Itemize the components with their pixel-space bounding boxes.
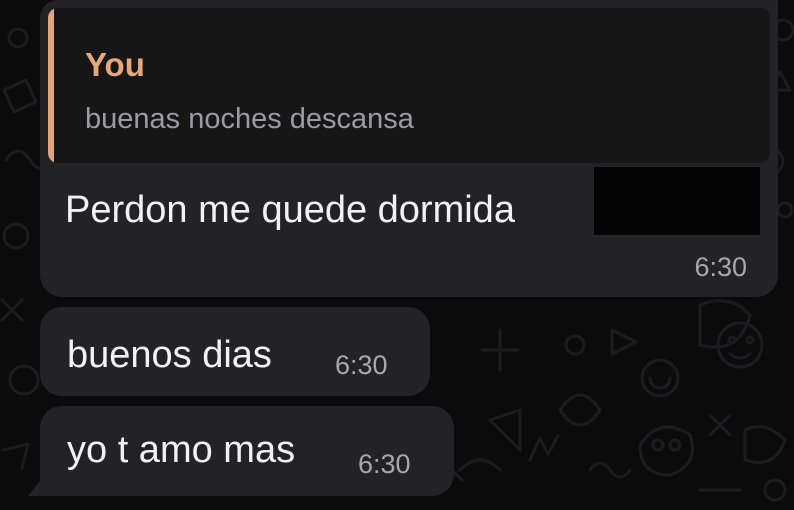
quoted-message[interactable]: You buenas noches descansa (48, 8, 770, 163)
message-bubble[interactable]: buenos dias 6:30 (40, 307, 430, 396)
message-bubble[interactable]: yo t amo mas 6:30 (40, 406, 454, 496)
message-text: Perdon me quede dormida (65, 189, 515, 231)
message-timestamp: 6:30 (694, 252, 747, 282)
quote-accent-bar (48, 8, 54, 163)
quoted-author: You (85, 46, 145, 83)
message-timestamp: 6:30 (335, 350, 388, 380)
message-text: yo t amo mas (67, 429, 296, 471)
quoted-text: buenas noches descansa (85, 103, 414, 135)
message-text: buenos dias (67, 334, 272, 376)
message-bubble-reply[interactable]: You buenas noches descansa Perdon me que… (40, 0, 778, 297)
redaction-block (594, 167, 760, 235)
message-timestamp: 6:30 (358, 449, 411, 479)
bubble-tail (28, 476, 44, 496)
